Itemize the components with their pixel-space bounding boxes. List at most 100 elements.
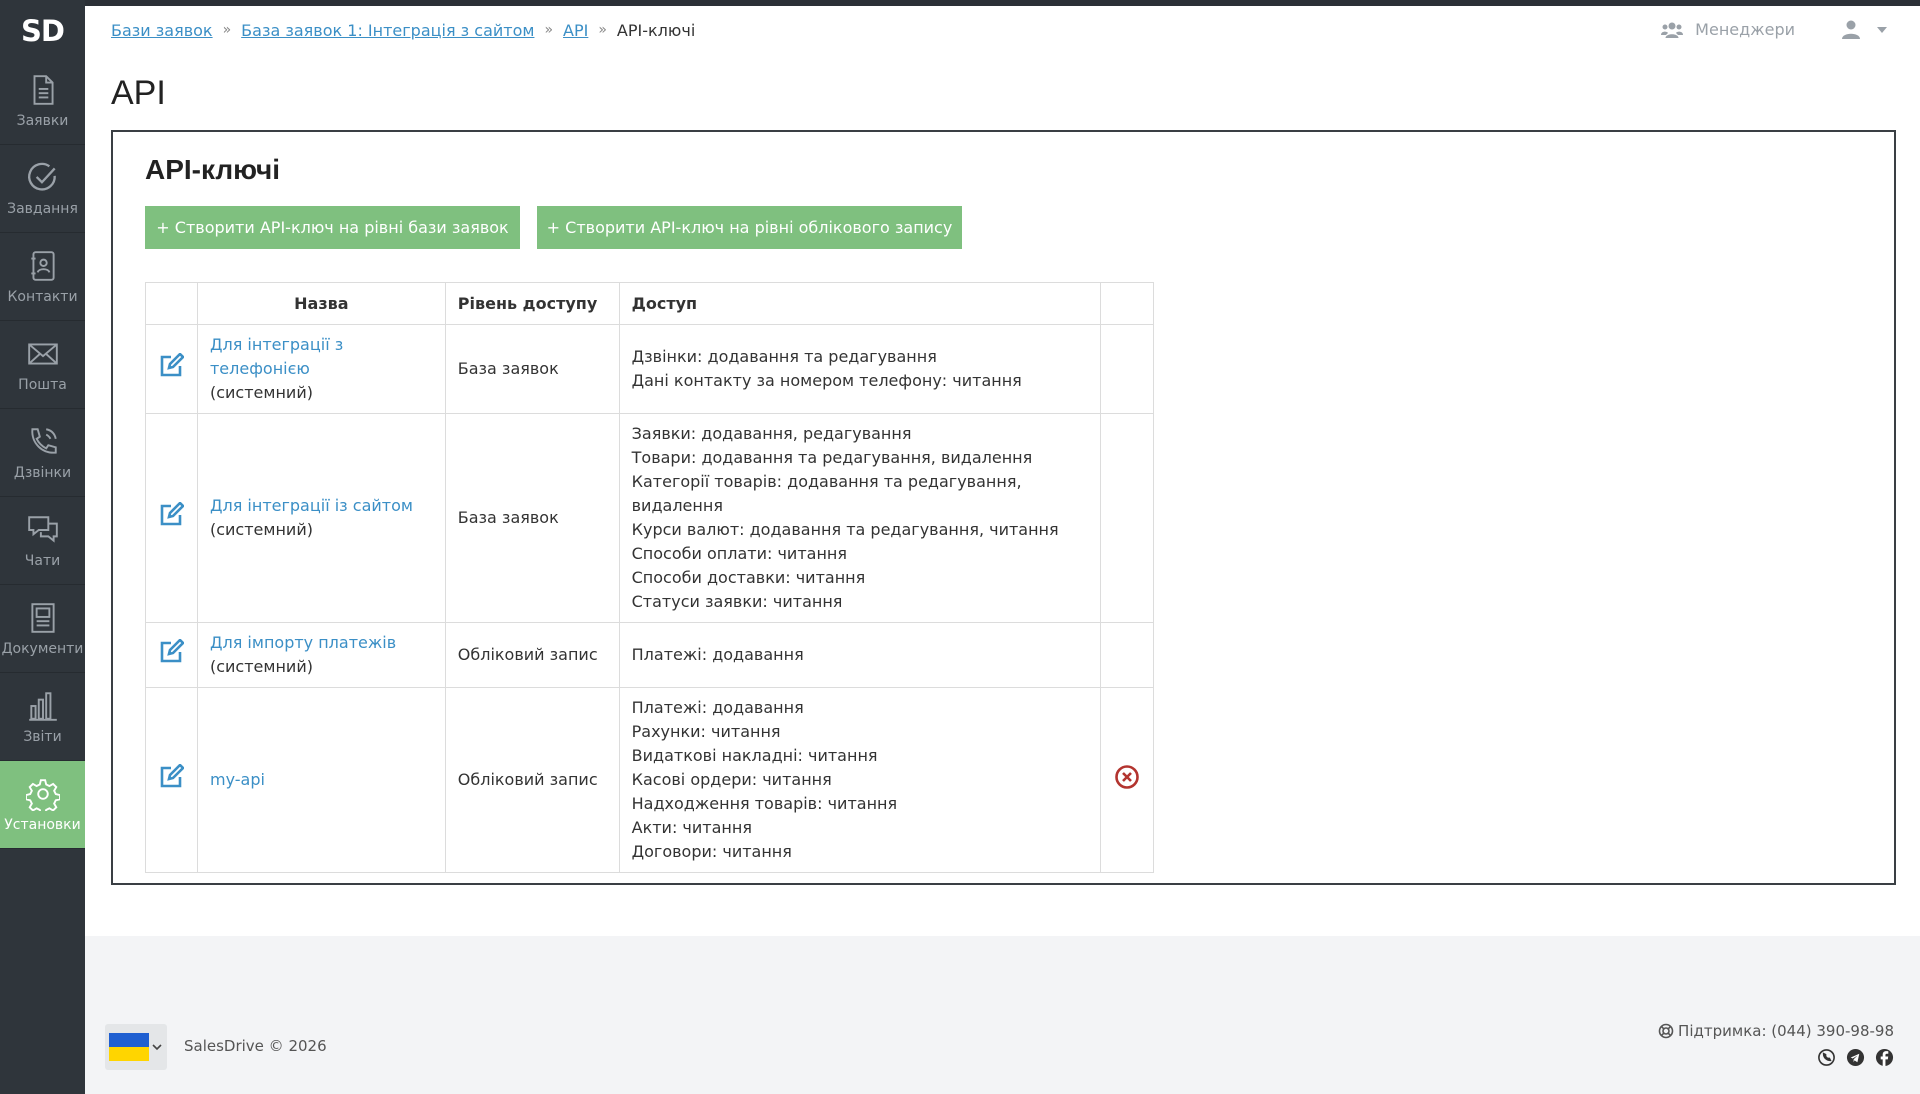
access-cell: Дзвінки: додавання та редагування Дані к…	[618, 324, 1101, 414]
panel-title: API-ключі	[145, 154, 281, 185]
sidebar-item-label: Заявки	[16, 112, 69, 129]
sidebar-item-label: Чати	[24, 552, 61, 569]
chevron-down-icon	[1877, 26, 1887, 33]
facebook-icon[interactable]	[1875, 1048, 1894, 1067]
users-icon	[1661, 22, 1684, 38]
breadcrumb-link-order-bases[interactable]: Бази заявок	[111, 21, 213, 40]
access-line: Способи оплати: читання	[631, 544, 847, 563]
sidebar-item-tasks[interactable]: Завдання	[0, 145, 85, 233]
table-row: my-api Обліковий запис Платежі: додаванн…	[145, 687, 1155, 873]
phone-icon	[30, 427, 57, 454]
document-icon	[33, 74, 54, 105]
access-line: Касові ордери: читання	[631, 770, 832, 789]
sidebar-item-mail[interactable]: Пошта	[0, 321, 85, 409]
sidebar-item-label: Установки	[4, 816, 81, 833]
sidebar-item-label: Завдання	[7, 200, 78, 217]
social-links	[1817, 1048, 1894, 1067]
support-phone[interactable]: Підтримка: (044) 390-98-98	[1658, 1022, 1894, 1040]
breadcrumb-link-order-base-1[interactable]: База заявок 1: Інтеграція з сайтом	[241, 21, 534, 40]
sidebar-item-contacts[interactable]: Контакти	[0, 233, 85, 321]
table-header-row: Назва Рівень доступу Доступ	[145, 282, 1155, 325]
key-note: (системний)	[209, 383, 313, 402]
key-note: (системний)	[209, 657, 313, 676]
documents-icon	[30, 602, 55, 633]
language-selector[interactable]	[105, 1024, 167, 1070]
api-keys-table: Назва Рівень доступу Доступ Для інтеграц…	[145, 282, 1155, 873]
delete-cell	[1099, 622, 1155, 688]
edit-icon[interactable]	[158, 500, 186, 528]
sidebar-item-chats[interactable]: Чати	[0, 497, 85, 585]
access-level-cell: Обліковий запис	[444, 622, 620, 688]
access-cell: Платежі: додавання	[618, 622, 1101, 688]
gear-icon	[25, 778, 60, 811]
access-line: Акти: читання	[631, 818, 752, 837]
managers-label: Менеджери	[1695, 20, 1795, 39]
ukraine-flag-icon	[109, 1033, 149, 1061]
sidebar-item-calls[interactable]: Дзвінки	[0, 409, 85, 497]
managers-link[interactable]: Менеджери	[1661, 20, 1795, 39]
sidebar-item-reports[interactable]: Звіти	[0, 673, 85, 761]
app-logo[interactable]: SD	[0, 0, 85, 57]
lifebuoy-icon	[1658, 1023, 1674, 1039]
user-icon	[1842, 20, 1860, 39]
top-header: Бази заявок » База заявок 1: Інтеграція …	[85, 6, 1920, 54]
viber-icon[interactable]	[1817, 1048, 1836, 1067]
telegram-icon[interactable]	[1846, 1048, 1865, 1067]
key-name-link[interactable]: my-api	[210, 770, 265, 789]
sidebar-item-documents[interactable]: Документи	[0, 585, 85, 673]
access-line: Платежі: додавання	[631, 645, 804, 664]
access-line: Курси валют: додавання та редагування, ч…	[631, 520, 1059, 539]
access-line: Дані контакту за номером телефону: читан…	[631, 371, 1022, 390]
delete-icon[interactable]	[1114, 764, 1140, 790]
access-line: Рахунки: читання	[631, 722, 781, 741]
sidebar-item-label: Документи	[1, 640, 84, 657]
bar-chart-icon	[28, 691, 57, 721]
edit-icon[interactable]	[158, 637, 186, 665]
edit-cell	[145, 622, 198, 688]
key-note: (системний)	[209, 520, 313, 539]
access-line: Надходження товарів: читання	[631, 794, 898, 813]
access-level-cell: База заявок	[444, 413, 620, 623]
table-row: Для інтеграції з телефонією (системний) …	[145, 324, 1155, 414]
access-line: Заявки: додавання, редагування	[631, 424, 912, 443]
create-account-key-button[interactable]: + Створити API-ключ на рівні облікового …	[537, 206, 962, 249]
user-menu[interactable]	[1842, 20, 1888, 39]
chevron-down-icon	[152, 1043, 162, 1050]
key-name-cell: Для інтеграції з телефонією (системний)	[196, 324, 446, 414]
access-line: Статуси заявки: читання	[631, 592, 843, 611]
edit-cell	[145, 687, 198, 873]
api-keys-panel: API-ключі + Створити API-ключ на рівні б…	[111, 130, 1896, 885]
edit-icon[interactable]	[158, 762, 186, 790]
breadcrumb-separator: »	[598, 22, 607, 38]
access-cell: Платежі: додавання Рахунки: читання Вида…	[618, 687, 1101, 873]
access-level-cell: База заявок	[444, 324, 620, 414]
access-line: Договори: читання	[631, 842, 792, 861]
copyright: SalesDrive © 2026	[184, 1037, 327, 1055]
key-name-link[interactable]: Для імпорту платежів	[210, 633, 396, 652]
envelope-icon	[27, 342, 58, 365]
key-name-link[interactable]: Для інтеграції з телефонією	[210, 335, 343, 378]
access-line: Категорії товарів: додавання та редагува…	[631, 472, 1022, 515]
access-cell: Заявки: додавання, редагування Товари: д…	[618, 413, 1101, 623]
access-line: Видаткові накладні: читання	[631, 746, 878, 765]
footer: SalesDrive © 2026 Підтримка: (044) 390-9…	[85, 936, 1920, 1094]
sidebar-item-settings[interactable]: Установки	[0, 761, 85, 849]
support-label: Підтримка: (044) 390-98-98	[1678, 1022, 1894, 1040]
sidebar-item-orders[interactable]: Заявки	[0, 57, 85, 145]
create-base-key-button[interactable]: + Створити API-ключ на рівні бази заявок	[145, 206, 520, 249]
breadcrumb-link-api[interactable]: API	[563, 21, 588, 40]
edit-icon[interactable]	[158, 351, 186, 379]
header-name: Назва	[196, 282, 446, 325]
access-line: Платежі: додавання	[631, 698, 804, 717]
breadcrumb-current: API-ключі	[616, 20, 696, 40]
key-name-link[interactable]: Для інтеграції із сайтом	[210, 496, 413, 515]
access-line: Товари: додавання та редагування, видале…	[631, 448, 1033, 467]
access-line: Дзвінки: додавання та редагування	[631, 347, 937, 366]
contact-book-icon	[30, 250, 55, 281]
header-delete	[1099, 282, 1155, 325]
sidebar: SD Заявки Завдання Контакти Пошта Дзвінк…	[0, 0, 85, 1094]
header-edit	[145, 282, 198, 325]
table-row: Для інтеграції із сайтом (системний) Баз…	[145, 413, 1155, 623]
page-title: API	[111, 74, 166, 112]
header-access: Доступ	[618, 282, 1101, 325]
